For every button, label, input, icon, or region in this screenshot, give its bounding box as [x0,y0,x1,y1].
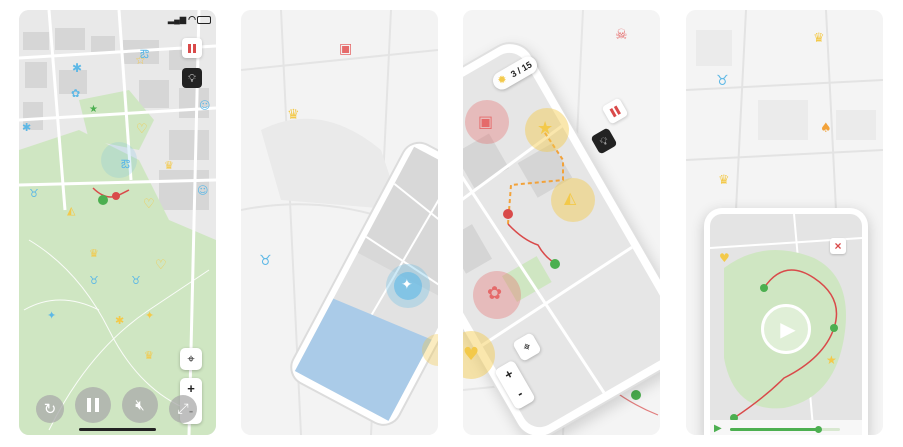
heart-icon: ♥ [463,344,480,365]
play-icon[interactable]: ▶ [714,424,722,434]
screenshot-panel-1: ♡ ♡ ♡ ☆ ★ ✿ ఔ ఔ ✱ ♉ ♉ ♉ ☺ ☺ ♛ ♛ ◭ ✦ ✦ ✱ … [19,10,216,435]
pizza-icon: ◭ [564,188,577,207]
audio-progress-track[interactable] [730,428,840,431]
skull-icon: ☠ [615,27,628,43]
flower-icon: ✿ [71,87,81,100]
pause-icon [188,43,196,53]
lightbulb-icon: 💡︎ [597,133,611,149]
butterfly-icon: ఔ [121,157,130,171]
bird-icon: ✦ [47,309,57,322]
star-icon: ★ [826,353,837,367]
robot-icon: ▣ [339,41,353,57]
cow-icon: ♉ [29,187,39,200]
trophy-icon: ♛ [164,159,174,172]
bird-icon: ✦ [401,277,413,293]
mute-icon: 🔇︎ [135,395,145,414]
trophy-icon: ♛ [287,107,300,123]
pizza-icon: ◭ [67,204,76,217]
background-map [241,10,438,435]
hint-button[interactable]: 💡︎ [182,68,202,88]
wifi-icon: ◠ [188,14,196,24]
crosshair-icon: ⌖ [187,351,195,367]
pause-icon [609,105,621,117]
play-button[interactable]: ▶ [761,304,811,354]
cow-icon: ♉ [259,253,272,269]
mute-button[interactable]: 🔇︎ [122,387,158,423]
expand-button[interactable]: ⤢ [169,395,197,423]
carrot-icon: ♠ [820,121,832,136]
pause-icon [87,398,99,412]
home-indicator [79,428,156,431]
locate-me-button[interactable]: ⌖ [180,348,202,370]
status-bar: ▂▄▆ ◠ [19,14,216,28]
screenshot-panel-2: ▣ ♛ ♉ ✦ [241,10,438,435]
trophy-icon: ♛ [813,31,825,46]
close-icon: × [834,239,842,253]
cat-icon: ☺ [199,99,211,112]
trophy-icon: ♛ [144,349,154,362]
play-pause-button[interactable] [75,387,111,423]
heart-icon: ♡ [136,122,148,137]
audio-player-bar: ▶ [710,420,862,435]
cow-icon: ♉ [716,73,729,89]
sun-icon: ✹ [495,71,510,88]
bug-icon: ✱ [22,121,32,134]
expand-icon: ⤢ [177,401,189,417]
restart-icon: ↻ [43,399,57,418]
signal-icon: ▂▄▆ [168,15,186,24]
trophy-icon: ♛ [89,247,99,260]
phone-mockup: ♥ ★ × ▶ ▶ [704,208,868,435]
cow-icon: ♉ [89,274,99,287]
robot-icon: ▣ [478,112,494,131]
cow-icon: ♉ [131,274,141,287]
battery-icon [197,16,211,24]
heart-icon: ♡ [155,258,167,273]
trophy-icon: ♛ [718,173,730,188]
close-button[interactable]: × [830,238,846,254]
lightbulb-icon: 💡︎ [188,71,196,85]
heart-icon: ♥ [719,251,730,265]
heart-icon: ♡ [143,197,155,212]
star-icon: ★ [89,104,98,115]
butterfly-icon: ఔ [140,47,149,61]
play-icon: ▶ [780,317,796,341]
current-location-marker [112,192,120,200]
flower-icon: ✿ [487,283,503,304]
bug-icon: ✱ [115,314,125,327]
restart-button[interactable]: ↻ [36,395,64,423]
bug-icon: ✱ [72,61,83,75]
screenshot-panel-4: ♛ ♉ ♠ ♛ ♥ ★ × ▶ ▶ [686,10,883,435]
screenshot-panel-3: ☠ ▣ ★ ◭ ✿ ♥ ✹ 3 / 15 💡︎ ⌖ + - [463,10,660,435]
pause-game-button[interactable] [182,38,202,58]
audio-progress-knob[interactable] [815,426,822,433]
cat-icon: ☺ [197,184,209,197]
crosshair-icon: ⌖ [520,338,534,356]
star-icon: ★ [537,118,554,139]
audio-progress-fill [730,428,818,431]
bird-icon: ✦ [145,309,155,322]
